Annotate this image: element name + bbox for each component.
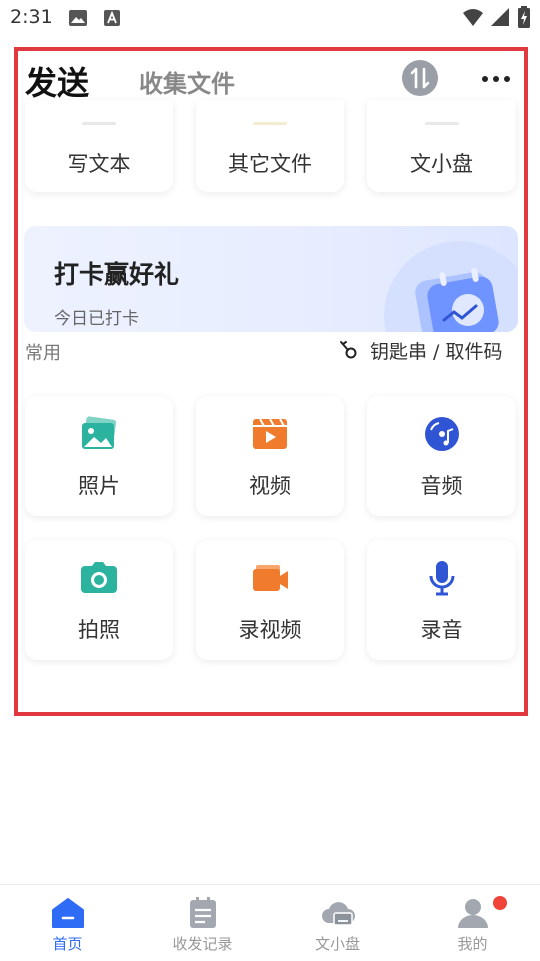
text-notification-icon <box>104 10 120 26</box>
write-text-label: 写文本 <box>67 152 131 176</box>
swap-button[interactable] <box>402 60 438 96</box>
nav-home-label: 首页 <box>52 935 83 953</box>
cloud-drive-icon <box>321 902 355 926</box>
camera-icon <box>81 562 117 593</box>
notification-badge <box>491 894 509 912</box>
more-options-button[interactable] <box>476 64 516 92</box>
nav-profile[interactable]: 我的 <box>405 885 540 961</box>
wen-xiaopan-icon <box>424 122 459 125</box>
write-text-card[interactable]: 写文本 <box>25 100 173 192</box>
record-video-card[interactable]: 录视频 <box>196 540 344 660</box>
status-bar: 2:31 <box>0 0 540 36</box>
audio-icon <box>424 417 459 451</box>
banner-title: 打卡赢好礼 <box>54 260 180 289</box>
keychain-pickup-code-link[interactable]: 钥匙串 / 取件码 <box>370 337 502 364</box>
record-video-label: 录视频 <box>238 618 302 642</box>
battery-icon <box>518 6 530 28</box>
photo-icon <box>82 416 117 449</box>
other-files-label: 其它文件 <box>228 152 312 176</box>
audio-label: 音频 <box>420 474 463 498</box>
record-audio-label: 录音 <box>420 618 463 642</box>
take-photo-card[interactable]: 拍照 <box>25 540 173 660</box>
banner-subtitle: 今日已打卡 <box>54 309 139 329</box>
videos-card[interactable]: 视频 <box>196 396 344 516</box>
video-icon <box>253 418 287 449</box>
checkin-banner[interactable]: 打卡赢好礼 今日已打卡 <box>24 226 518 332</box>
home-icon <box>51 898 84 928</box>
wifi-icon <box>463 9 483 26</box>
profile-icon <box>457 899 488 928</box>
tab-send[interactable]: 发送 <box>25 58 89 104</box>
wen-xiaopan-card[interactable]: 文小盘 <box>367 100 516 192</box>
signal-icon <box>491 8 509 26</box>
swap-icon <box>410 67 430 89</box>
video-record-icon <box>253 565 288 591</box>
nav-home[interactable]: 首页 <box>0 885 135 961</box>
common-section-label: 常用 <box>25 343 61 364</box>
record-audio-card[interactable]: 录音 <box>367 540 516 660</box>
nav-profile-label: 我的 <box>457 935 488 953</box>
key-icon <box>340 341 357 359</box>
more-dot-icon <box>482 76 488 82</box>
other-files-icon <box>253 122 287 125</box>
nav-records-label: 收发记录 <box>172 935 233 953</box>
videos-label: 视频 <box>249 474 291 498</box>
status-time: 2:31 <box>10 6 53 28</box>
write-text-icon <box>82 122 116 125</box>
other-files-card[interactable]: 其它文件 <box>196 100 344 192</box>
photos-label: 照片 <box>78 474 120 498</box>
gallery-notification-icon <box>69 10 87 26</box>
nav-cloud-drive-label: 文小盘 <box>314 935 360 953</box>
more-dot-icon <box>504 76 510 82</box>
photos-card[interactable]: 照片 <box>25 396 173 516</box>
microphone-icon <box>429 561 454 596</box>
more-dot-icon <box>493 76 499 82</box>
bottom-nav: 首页 收发记录 文小盘 我的 <box>0 884 540 961</box>
nav-records[interactable]: 收发记录 <box>135 885 270 961</box>
take-photo-label: 拍照 <box>78 618 120 642</box>
nav-cloud-drive[interactable]: 文小盘 <box>270 885 405 961</box>
records-icon <box>189 897 216 928</box>
calendar-icon <box>415 268 499 332</box>
audio-card[interactable]: 音频 <box>367 396 516 516</box>
tab-collect-files[interactable]: 收集文件 <box>139 64 235 99</box>
wen-xiaopan-label: 文小盘 <box>410 152 473 176</box>
